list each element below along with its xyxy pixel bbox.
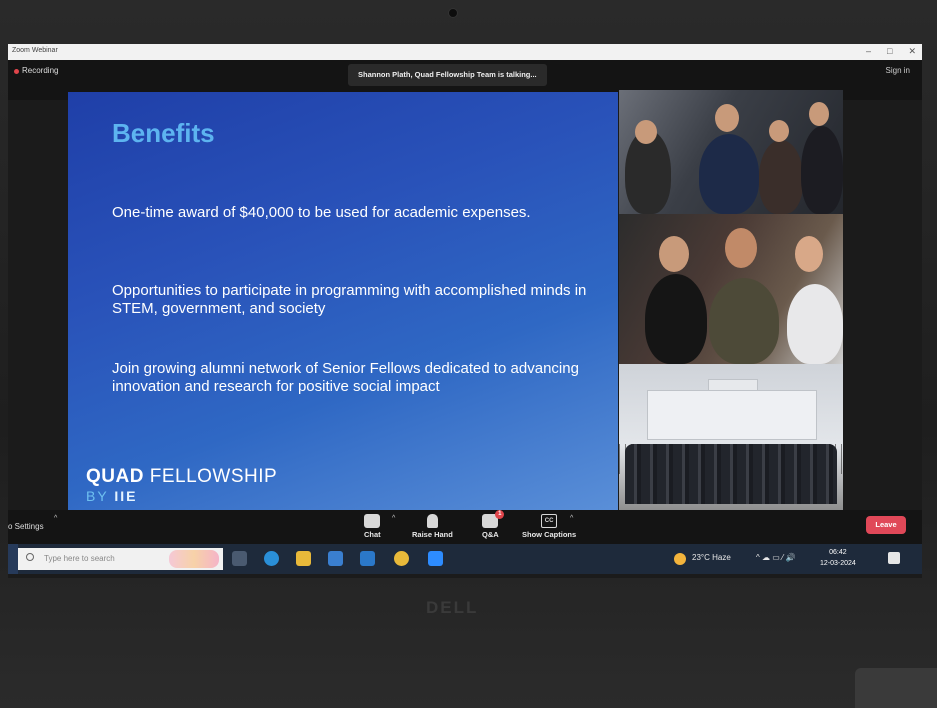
close-button[interactable]: ✕ [908, 46, 916, 57]
raise-hand-label: Raise Hand [412, 530, 453, 539]
recording-label: Recording [22, 66, 59, 75]
taskbar-search-box[interactable]: Type here to search [18, 548, 223, 570]
windows-taskbar: Type here to search 23°C Haze ^ ☁ ▭ ⁄ 🔊 … [8, 544, 922, 574]
laptop-brand-logo: DELL [426, 598, 479, 617]
laptop-screen: Zoom Webinar – □ ✕ Recording Shannon Pla… [8, 44, 922, 578]
recording-icon [14, 69, 19, 74]
taskbar-clock[interactable]: 06:42 12-03-2024 [820, 547, 856, 569]
qa-label: Q&A [482, 530, 499, 539]
slide-title: Benefits [112, 118, 215, 148]
mail-icon[interactable] [360, 551, 375, 566]
sign-in-link[interactable]: Sign in [886, 66, 910, 75]
logo-by-iie: BY IIE [86, 488, 137, 504]
chat-button[interactable]: Chat [364, 514, 381, 539]
notification-icon[interactable] [888, 552, 900, 564]
webcam [448, 8, 458, 18]
laptop-hinge [855, 668, 937, 708]
shared-slide: Benefits One-time award of $40,000 to be… [68, 92, 618, 510]
benefit-item: One-time award of $40,000 to be used for… [112, 204, 531, 221]
qa-button[interactable]: 1 Q&A [482, 510, 505, 539]
photo-white-house-group [619, 364, 843, 512]
system-tray-icons[interactable]: ^ ☁ ▭ ⁄ 🔊 [756, 553, 796, 562]
slide-photo-collage [619, 90, 843, 512]
benefit-item: Join growing alumni network of Senior Fe… [112, 360, 579, 395]
clock-time: 06:42 [829, 549, 847, 556]
white-house-building [647, 379, 817, 440]
weather-icon [674, 553, 686, 565]
file-explorer-icon[interactable] [296, 551, 311, 566]
logo-quad: QUAD [86, 466, 144, 487]
clock-date: 12-03-2024 [820, 560, 856, 567]
photo-dinner-fellows [619, 214, 843, 364]
chrome-icon[interactable] [394, 551, 409, 566]
edge-icon[interactable] [264, 551, 279, 566]
weather-label[interactable]: 23°C Haze [692, 553, 731, 562]
task-view-icon[interactable] [232, 551, 247, 566]
raise-hand-button[interactable]: Raise Hand [412, 514, 453, 539]
photo-group-event [619, 90, 843, 214]
logo-iie: IIE [114, 488, 138, 504]
maximize-button[interactable]: □ [887, 46, 892, 57]
chevron-up-icon[interactable]: ^ [392, 515, 395, 522]
zoom-control-bar: o Settings ^ Chat ^ Raise Hand 1 Q&A CC … [8, 510, 922, 544]
logo-by: BY [86, 488, 109, 504]
zoom-app-icon[interactable] [428, 551, 443, 566]
logo-fellowship: FELLOWSHIP [149, 466, 278, 487]
start-button[interactable] [8, 544, 18, 574]
captions-icon: CC [541, 514, 558, 528]
leave-button[interactable]: Leave [866, 516, 906, 534]
chat-icon [364, 514, 381, 528]
quad-fellowship-logo: QUAD FELLOWSHIP [86, 466, 277, 488]
qa-count-badge: 1 [495, 510, 505, 519]
window-title: Zoom Webinar [12, 47, 58, 54]
qa-icon: 1 [482, 510, 505, 528]
benefit-item: Opportunities to participate in programm… [112, 282, 587, 317]
show-captions-button[interactable]: CC Show Captions [522, 514, 576, 539]
video-settings-button[interactable]: o Settings [8, 522, 44, 531]
minimize-button[interactable]: – [866, 46, 871, 57]
search-placeholder: Type here to search [44, 554, 115, 563]
show-captions-label: Show Captions [522, 530, 577, 539]
chat-label: Chat [364, 530, 381, 539]
chevron-up-icon[interactable]: ^ [54, 515, 57, 522]
chevron-up-icon[interactable]: ^ [570, 515, 573, 522]
store-icon[interactable] [328, 551, 343, 566]
window-titlebar: Zoom Webinar – □ ✕ [8, 44, 922, 60]
hand-icon [426, 514, 438, 528]
search-highlight-art [169, 550, 219, 568]
search-icon [26, 553, 34, 561]
window-controls: – □ ✕ [866, 46, 916, 57]
active-speaker-banner: Shannon Plath, Quad Fellowship Team is t… [348, 64, 547, 86]
